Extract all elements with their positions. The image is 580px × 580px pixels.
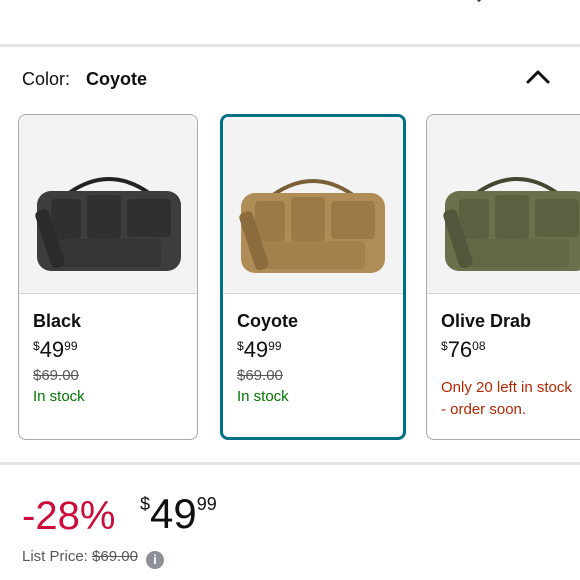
swatch-info: Olive Drab $7608 Only 20 left in stock -… [441, 311, 580, 421]
price-fraction: 99 [196, 494, 217, 514]
color-label: Color: [22, 69, 71, 89]
product-image [427, 115, 580, 293]
bag-image [239, 179, 385, 273]
swatch-card-olive-drab[interactable]: Olive Drab $7608 Only 20 left in stock -… [426, 114, 580, 440]
currency-symbol: $ [140, 494, 151, 514]
currency-symbol: $ [33, 339, 40, 353]
swatch-price: $4999 [237, 337, 403, 363]
availability-status: In stock [237, 388, 289, 405]
top-toolbar [0, 0, 580, 46]
currency-symbol: $ [237, 339, 244, 353]
availability-status: Only 20 left in stock - order soon. [441, 377, 580, 421]
list-price-label: List Price: [22, 548, 88, 565]
swatch-name: Olive Drab [441, 311, 532, 331]
swatch-list-price: $69.00 [33, 367, 79, 384]
discount-percentage: -28% [22, 494, 116, 538]
price-whole: 76 [447, 337, 473, 362]
product-image [19, 115, 197, 293]
swatch-name: Coyote [237, 311, 299, 331]
info-icon[interactable]: i [146, 551, 165, 569]
card-divider [223, 293, 403, 294]
product-image [223, 117, 403, 293]
price-whole: 49 [243, 337, 269, 362]
color-swatch-list: Black $4999 $69.00 In stock Coyote $4999… [0, 112, 580, 444]
chevron-up-icon[interactable] [524, 66, 552, 88]
price-whole: 49 [39, 337, 65, 362]
availability-status: In stock [33, 388, 85, 405]
swatch-price: $7608 [441, 337, 580, 363]
color-selector-header: Color: Coyote [0, 60, 580, 98]
card-divider [427, 293, 580, 294]
section-divider [0, 462, 580, 465]
swatch-list-price: $69.00 [237, 367, 283, 384]
bag-image [35, 177, 181, 271]
swatch-info: Black $4999 $69.00 In stock [33, 311, 197, 405]
availability-line-2: - order soon. [441, 401, 527, 418]
swatch-name: Black [33, 311, 82, 331]
price-whole: 49 [150, 490, 197, 537]
chevron-down-icon[interactable] [466, 0, 492, 13]
bag-image [443, 177, 580, 271]
swatch-info: Coyote $4999 $69.00 In stock [237, 311, 403, 405]
selected-color-value: Coyote [86, 69, 148, 89]
swatch-price: $4999 [33, 337, 197, 363]
top-divider [0, 44, 580, 47]
price-fraction: 99 [64, 339, 78, 353]
availability-line-1: Only 20 left in stock [441, 379, 572, 396]
card-divider [19, 293, 197, 294]
currency-symbol: $ [441, 339, 448, 353]
swatch-card-coyote[interactable]: Coyote $4999 $69.00 In stock [220, 114, 406, 440]
share-icon[interactable] [532, 0, 558, 13]
current-price: $4999 [140, 490, 217, 538]
price-fraction: 99 [268, 339, 282, 353]
list-price: List Price: $69.00 i [22, 548, 165, 569]
price-fraction: 08 [472, 339, 486, 353]
list-price-value: $69.00 [92, 548, 138, 565]
swatch-card-black[interactable]: Black $4999 $69.00 In stock [18, 114, 198, 440]
